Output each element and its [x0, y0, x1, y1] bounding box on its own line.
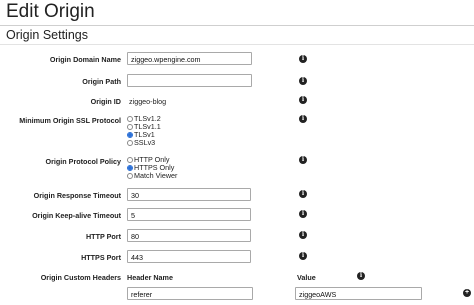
keepalive-timeout-label: Origin Keep-alive Timeout [32, 211, 121, 220]
custom-header-name-input[interactable]: referer [127, 287, 253, 300]
section-title: Origin Settings [6, 28, 88, 42]
info-icon[interactable]: i [299, 156, 307, 164]
custom-header-value-input[interactable]: ziggeoAWS [295, 287, 422, 300]
origin-domain-name-input[interactable]: ziggeo.wpengine.com [127, 52, 252, 65]
value-column-heading: Value [297, 273, 316, 282]
origin-path-label: Origin Path [82, 77, 121, 86]
protocol-policy-label: Origin Protocol Policy [45, 157, 121, 166]
http-port-input[interactable]: 80 [127, 229, 251, 242]
policy-option-match-viewer[interactable]: Match Viewer [127, 171, 177, 180]
header-name-column-heading: Header Name [127, 273, 173, 282]
info-icon[interactable]: i [299, 77, 307, 85]
origin-id-value: ziggeo-blog [129, 97, 167, 106]
radio-button[interactable] [127, 140, 133, 146]
origin-id-label: Origin ID [90, 97, 121, 106]
info-icon[interactable]: i [299, 190, 307, 198]
keepalive-timeout-input[interactable]: 5 [127, 208, 251, 221]
plus-circle-icon[interactable]: + [463, 289, 471, 297]
policy-option-label: Match Viewer [134, 171, 178, 180]
section-divider [0, 44, 474, 45]
ssl-option-sslv3[interactable]: SSLv3 [127, 138, 155, 147]
ssl-option-label: SSLv3 [134, 138, 156, 147]
response-timeout-label: Origin Response Timeout [33, 191, 121, 200]
info-icon[interactable]: i [299, 210, 307, 218]
info-icon[interactable]: i [357, 272, 365, 280]
info-icon[interactable]: i [299, 55, 307, 63]
title-divider [0, 25, 474, 26]
radio-button[interactable] [127, 173, 133, 179]
info-icon[interactable]: i [299, 96, 307, 104]
origin-path-input[interactable] [127, 74, 252, 87]
http-port-label: HTTP Port [85, 232, 121, 241]
custom-headers-label: Origin Custom Headers [40, 273, 121, 282]
info-icon[interactable]: i [299, 231, 307, 239]
page-title: Edit Origin [6, 1, 95, 22]
https-port-label: HTTPS Port [81, 253, 121, 262]
min-ssl-label: Minimum Origin SSL Protocol [19, 116, 121, 125]
origin-domain-name-label: Origin Domain Name [49, 55, 121, 64]
info-icon[interactable]: i [299, 115, 307, 123]
https-port-input[interactable]: 443 [127, 250, 251, 263]
info-icon[interactable]: i [299, 252, 307, 260]
response-timeout-input[interactable]: 30 [127, 188, 251, 201]
